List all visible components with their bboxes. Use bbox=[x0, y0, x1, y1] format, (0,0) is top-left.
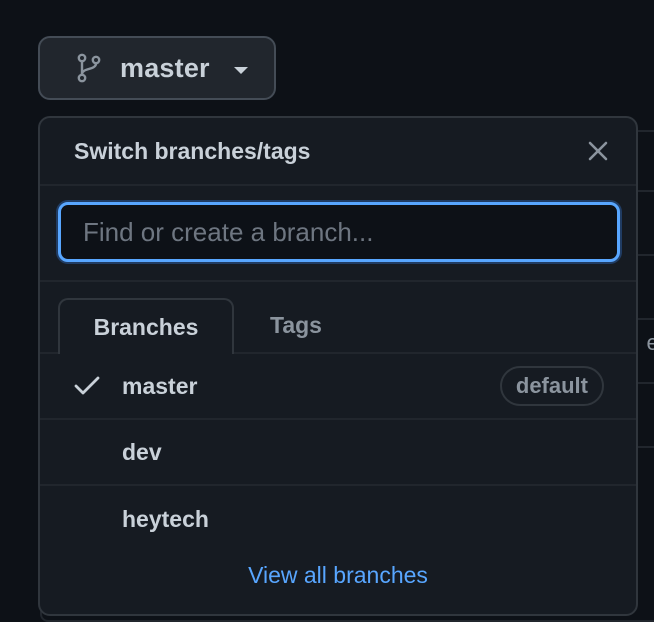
tab-branches[interactable]: Branches bbox=[58, 298, 234, 354]
branch-item-heytech[interactable]: heytech bbox=[40, 486, 636, 552]
caret-down-icon bbox=[233, 66, 248, 74]
branch-name: dev bbox=[122, 438, 162, 465]
popover-header: Switch branches/tags bbox=[40, 118, 636, 186]
branch-item-dev[interactable]: dev bbox=[40, 420, 636, 486]
git-branch-icon bbox=[76, 53, 102, 83]
close-button[interactable] bbox=[580, 133, 616, 169]
background-text-fragment: er bbox=[646, 330, 654, 355]
close-icon bbox=[588, 141, 608, 161]
branch-switcher-popover: Switch branches/tags Branches Tags maste… bbox=[38, 116, 638, 616]
branch-name: heytech bbox=[122, 505, 209, 532]
tab-bar: Branches Tags bbox=[40, 282, 636, 354]
filter-area bbox=[40, 186, 636, 282]
current-branch-label: master bbox=[120, 52, 210, 83]
branch-list: master default dev heytech bbox=[40, 354, 636, 552]
branch-select-button[interactable]: master bbox=[38, 36, 276, 100]
popover-title: Switch branches/tags bbox=[74, 137, 311, 164]
tab-tags[interactable]: Tags bbox=[234, 298, 358, 352]
check-icon bbox=[74, 376, 122, 396]
branch-name: master bbox=[122, 372, 198, 399]
branch-item-master[interactable]: master default bbox=[40, 354, 636, 420]
view-all-branches-link[interactable]: View all branches bbox=[40, 562, 636, 589]
branch-filter-input[interactable] bbox=[58, 202, 620, 262]
default-badge: default bbox=[499, 366, 604, 406]
